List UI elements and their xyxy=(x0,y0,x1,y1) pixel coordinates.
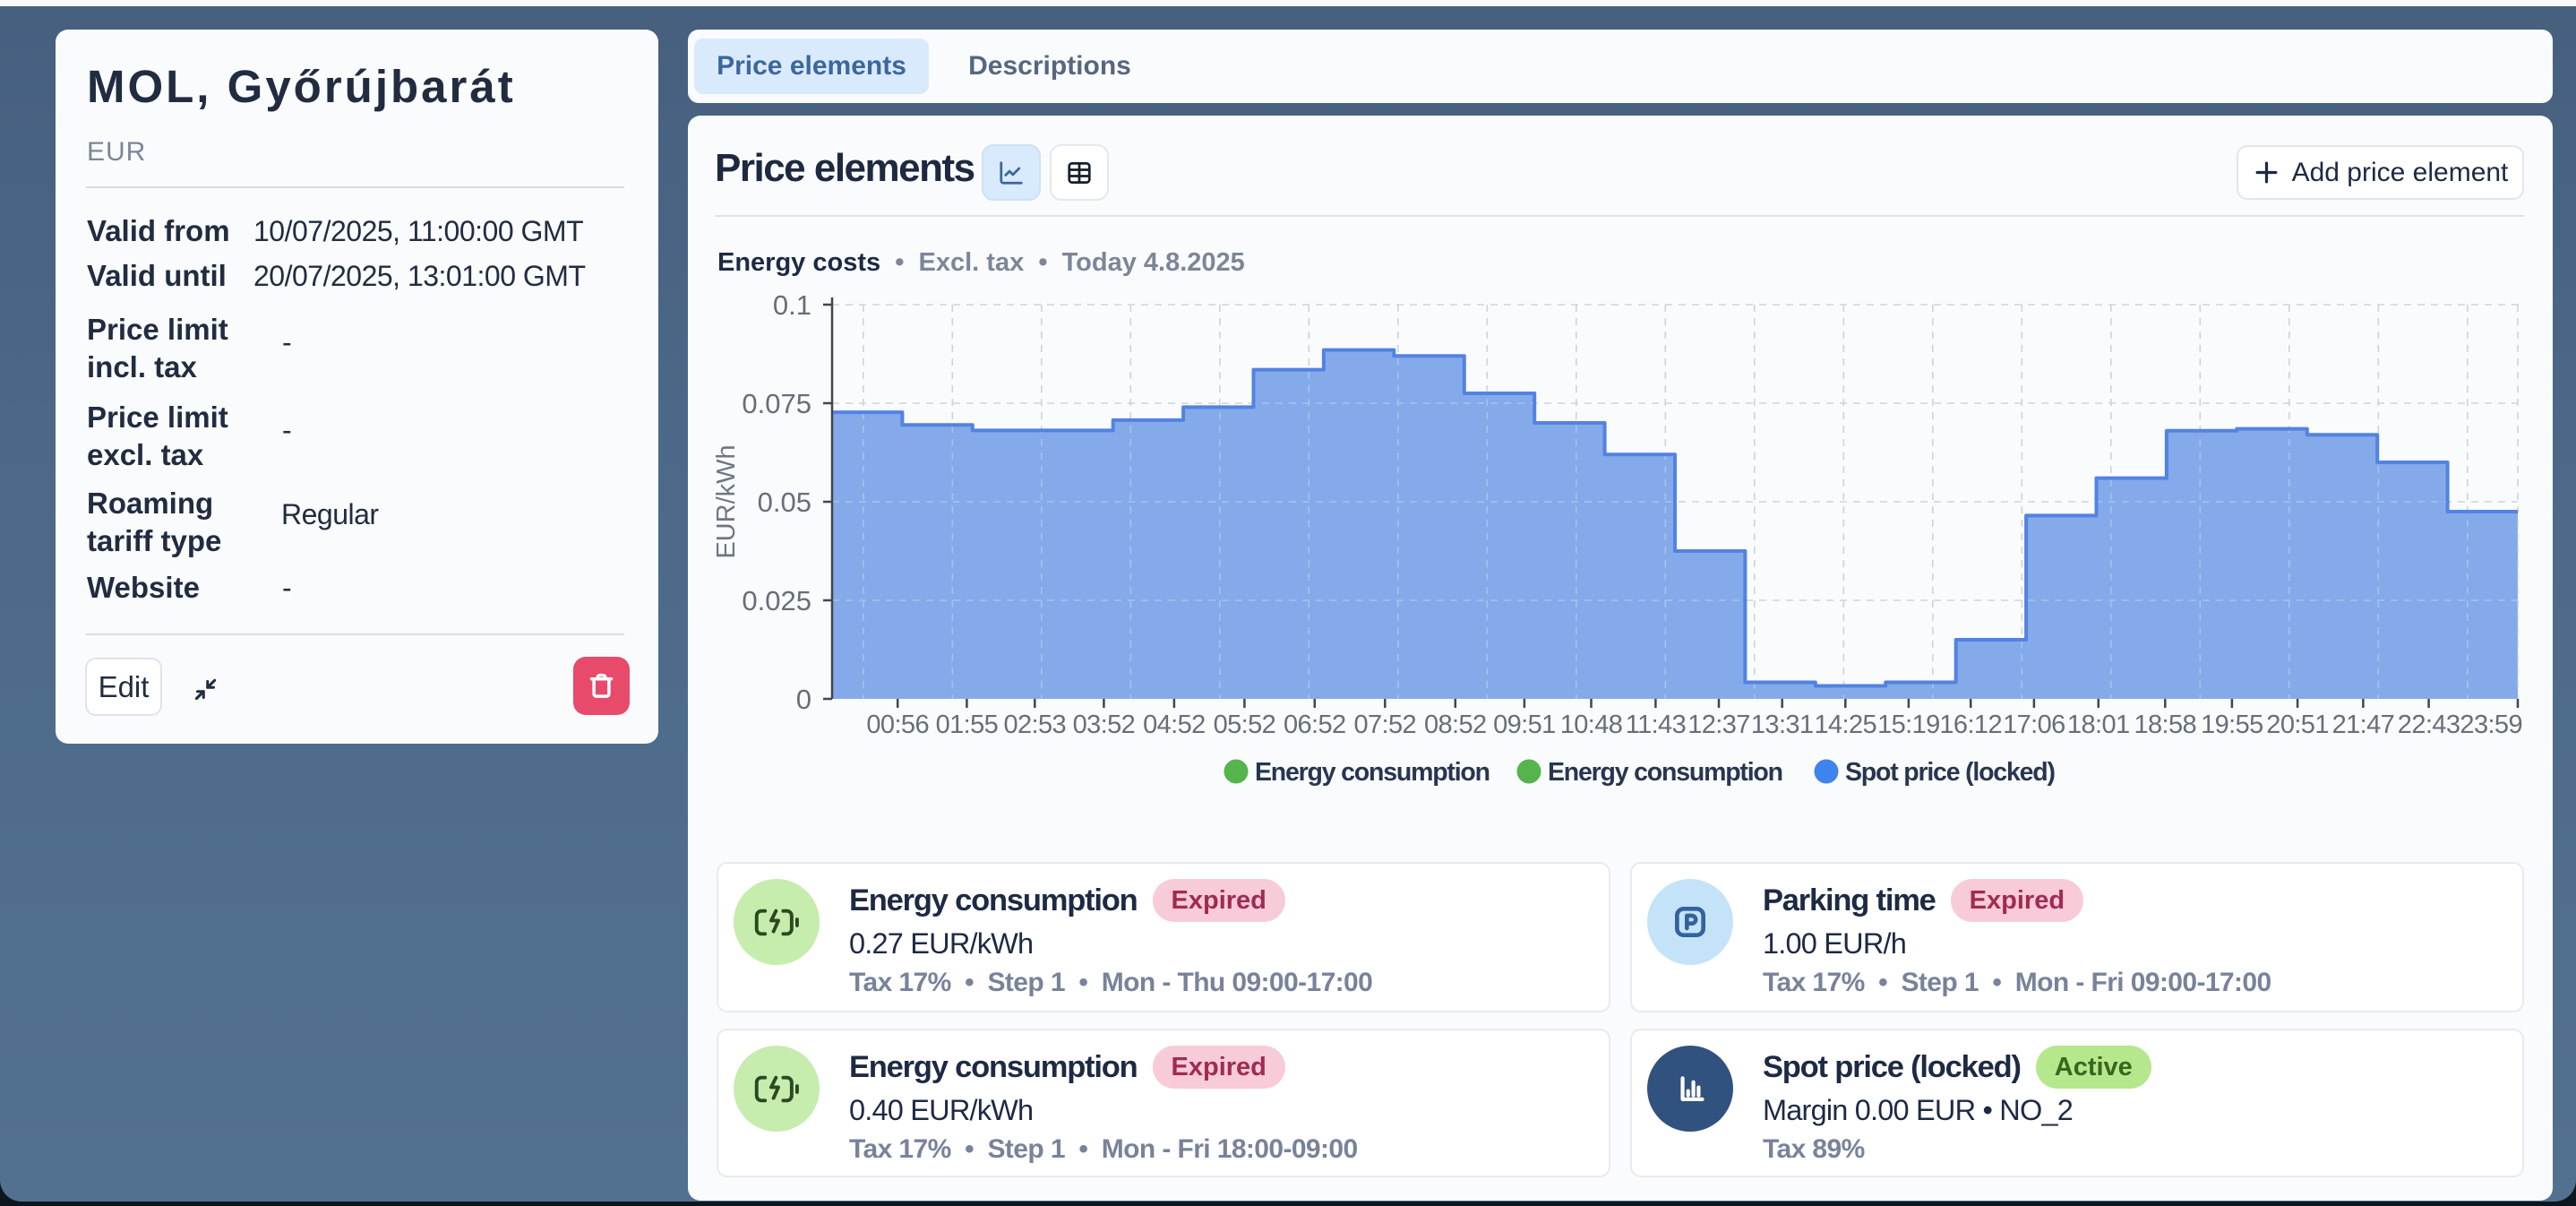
svg-text:Energy consumption: Energy consumption xyxy=(1255,758,1490,787)
svg-text:21:47: 21:47 xyxy=(2332,711,2395,739)
svg-text:12:37: 12:37 xyxy=(1687,711,1750,739)
svg-text:0.05: 0.05 xyxy=(758,487,811,518)
svg-text:01:55: 01:55 xyxy=(936,711,999,739)
svg-text:0.075: 0.075 xyxy=(742,388,811,419)
svg-text:Energy consumption: Energy consumption xyxy=(1548,758,1782,787)
svg-text:04:52: 04:52 xyxy=(1143,711,1206,739)
svg-text:0.1: 0.1 xyxy=(773,289,811,321)
svg-text:22:43: 22:43 xyxy=(2398,711,2460,739)
svg-text:08:52: 08:52 xyxy=(1424,711,1487,739)
svg-text:02:53: 02:53 xyxy=(1004,711,1067,739)
svg-text:0.025: 0.025 xyxy=(742,585,811,616)
svg-text:03:52: 03:52 xyxy=(1073,711,1136,739)
svg-text:20:51: 20:51 xyxy=(2266,711,2329,739)
svg-text:0: 0 xyxy=(796,684,811,715)
svg-text:EUR/kWh: EUR/kWh xyxy=(712,444,741,558)
svg-text:10:48: 10:48 xyxy=(1560,711,1623,739)
svg-text:17:06: 17:06 xyxy=(2003,711,2065,739)
svg-text:Spot price (locked): Spot price (locked) xyxy=(1845,758,2055,787)
svg-text:14:25: 14:25 xyxy=(1815,711,1877,739)
svg-text:15:19: 15:19 xyxy=(1877,711,1940,739)
svg-text:18:58: 18:58 xyxy=(2134,711,2197,739)
svg-text:11:43: 11:43 xyxy=(1626,711,1686,739)
svg-text:07:52: 07:52 xyxy=(1354,711,1417,739)
svg-text:00:56: 00:56 xyxy=(866,711,929,739)
svg-text:23:59: 23:59 xyxy=(2460,711,2522,739)
svg-text:16:12: 16:12 xyxy=(1939,711,2002,739)
svg-text:19:55: 19:55 xyxy=(2201,711,2263,739)
svg-text:18:01: 18:01 xyxy=(2067,711,2130,739)
svg-text:06:52: 06:52 xyxy=(1284,711,1346,739)
svg-text:05:52: 05:52 xyxy=(1214,711,1276,739)
svg-text:13:31: 13:31 xyxy=(1751,711,1814,739)
svg-text:09:51: 09:51 xyxy=(1493,711,1556,739)
